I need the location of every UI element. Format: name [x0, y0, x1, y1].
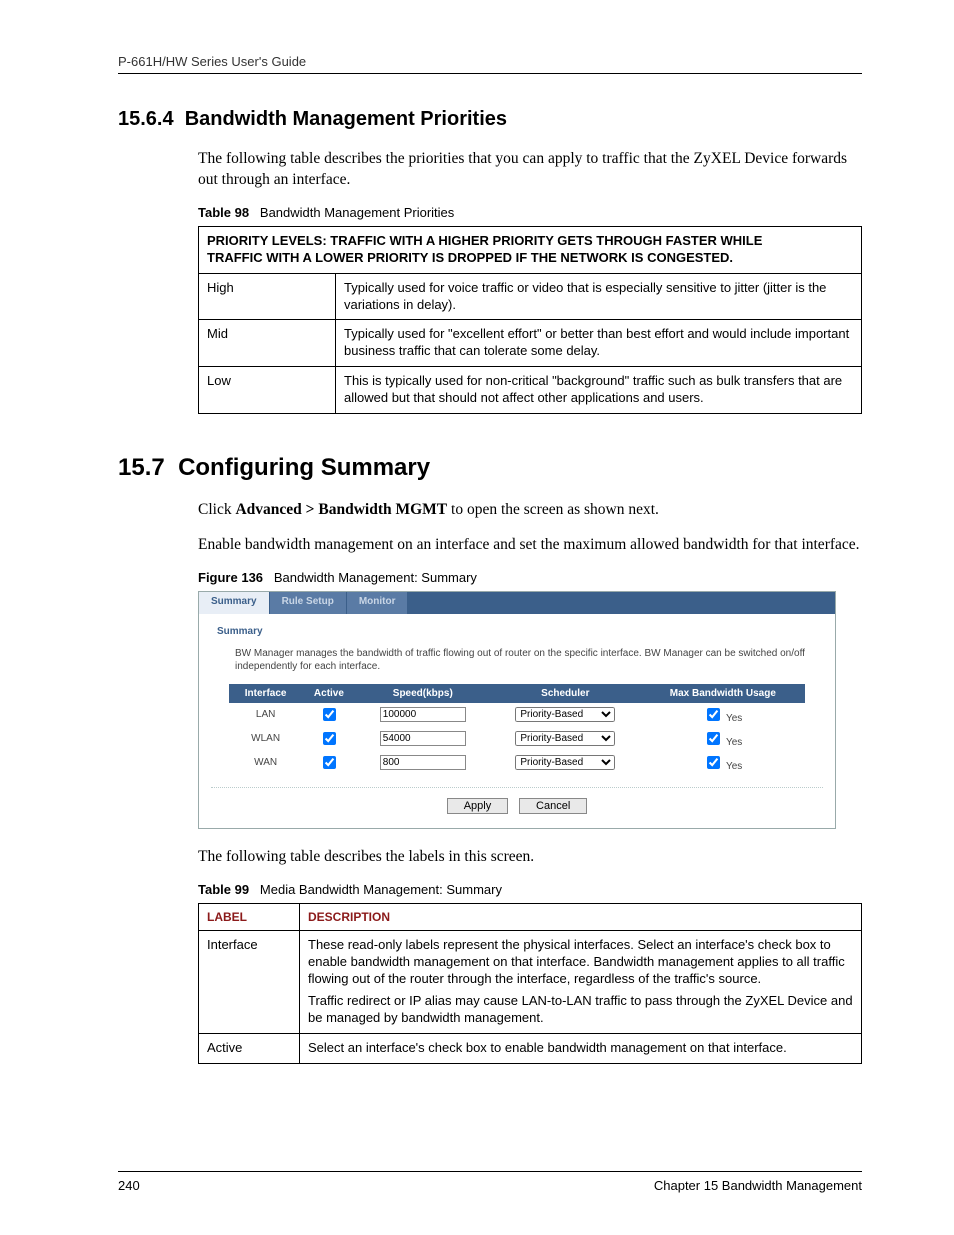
section-num: 15.7: [118, 454, 165, 481]
summary-table: Interface Active Speed(kbps) Scheduler M…: [229, 684, 804, 775]
mbu-label: Yes: [726, 713, 742, 724]
mbu-checkbox-lan[interactable]: [707, 708, 720, 721]
button-row: Apply Cancel: [211, 787, 823, 814]
table-row: Active Select an interface's check box t…: [199, 1034, 862, 1064]
page-number: 240: [118, 1178, 140, 1193]
col-speed: Speed(kbps): [356, 684, 489, 702]
tab-monitor[interactable]: Monitor: [347, 592, 409, 614]
table-98-caption-text: Bandwidth Management Priorities: [260, 205, 454, 220]
iface-label: LAN: [230, 702, 302, 727]
mbu-label: Yes: [726, 761, 742, 772]
col-scheduler: Scheduler: [489, 684, 641, 702]
table-row: WAN Priority-Based Yes: [230, 751, 804, 775]
txt: Click: [198, 501, 235, 518]
mbu-checkbox-wlan[interactable]: [707, 732, 720, 745]
panel-description: BW Manager manages the bandwidth of traf…: [235, 647, 823, 674]
speed-input-wan[interactable]: [380, 755, 466, 770]
table-row: High Typically used for voice traffic or…: [199, 273, 862, 320]
table-98-header-l1: PRIORITY LEVELS: TRAFFIC WITH A HIGHER P…: [207, 233, 762, 248]
summary-panel: Summary BW Manager manages the bandwidth…: [199, 614, 835, 828]
cancel-button[interactable]: Cancel: [519, 798, 587, 814]
section-15-7-line1: Click Advanced > Bandwidth MGMT to open …: [198, 500, 862, 521]
active-checkbox-wan[interactable]: [323, 756, 336, 769]
desc-p1: These read-only labels represent the phy…: [308, 937, 853, 988]
mbu-checkbox-wan[interactable]: [707, 756, 720, 769]
running-header: P-661H/HW Series User's Guide: [118, 54, 862, 69]
prio-desc: This is typically used for non-critical …: [336, 367, 862, 414]
table-98-caption: Table 98 Bandwidth Management Priorities: [198, 205, 862, 220]
col-active: Active: [301, 684, 356, 702]
prio-desc: Typically used for voice traffic or vide…: [336, 273, 862, 320]
table-98: PRIORITY LEVELS: TRAFFIC WITH A HIGHER P…: [198, 226, 862, 414]
speed-input-wlan[interactable]: [380, 731, 466, 746]
table-row: LAN Priority-Based Yes: [230, 702, 804, 727]
footer-rule: [118, 1171, 862, 1172]
panel-title: Summary: [217, 626, 823, 637]
col-label: LABEL: [199, 903, 300, 930]
label-cell: Interface: [199, 930, 300, 1033]
figure-136-screenshot: Summary Rule Setup Monitor Summary BW Ma…: [198, 591, 836, 829]
scheduler-select-lan[interactable]: Priority-Based: [515, 707, 615, 722]
table-99-caption: Table 99 Media Bandwidth Management: Sum…: [198, 882, 862, 897]
table-row: WLAN Priority-Based Yes: [230, 727, 804, 751]
page-footer: 240 Chapter 15 Bandwidth Management: [118, 1171, 862, 1193]
mbu-label: Yes: [726, 737, 742, 748]
table-row: Interface These read-only labels represe…: [199, 930, 862, 1033]
col-description: DESCRIPTION: [300, 903, 862, 930]
figure-136-caption-text: Bandwidth Management: Summary: [274, 570, 477, 585]
label-cell: Active: [199, 1034, 300, 1064]
tab-strip: Summary Rule Setup Monitor: [199, 592, 835, 614]
table-98-caption-bold: Table 98: [198, 205, 249, 220]
section-15-7-heading: 15.7 Configuring Summary: [118, 454, 862, 482]
txt: to open the screen as shown next.: [447, 501, 659, 518]
figure-136-caption: Figure 136 Bandwidth Management: Summary: [198, 570, 862, 585]
figure-136-caption-bold: Figure 136: [198, 570, 263, 585]
tab-rule-setup[interactable]: Rule Setup: [270, 592, 347, 614]
prio-label: High: [199, 273, 336, 320]
table-99: LABEL DESCRIPTION Interface These read-o…: [198, 903, 862, 1064]
tab-summary[interactable]: Summary: [199, 592, 270, 614]
prio-desc: Typically used for "excellent effort" or…: [336, 320, 862, 367]
section-15-7-line2: Enable bandwidth management on an interf…: [198, 535, 862, 556]
iface-label: WAN: [230, 751, 302, 775]
prio-label: Low: [199, 367, 336, 414]
page: P-661H/HW Series User's Guide 15.6.4 Ban…: [0, 0, 954, 1235]
speed-input-lan[interactable]: [380, 707, 466, 722]
table-98-header-l2: TRAFFIC WITH A LOWER PRIORITY IS DROPPED…: [207, 250, 733, 265]
header-rule: [118, 73, 862, 74]
table-row: Mid Typically used for "excellent effort…: [199, 320, 862, 367]
chapter-label: Chapter 15 Bandwidth Management: [654, 1178, 862, 1193]
scheduler-select-wlan[interactable]: Priority-Based: [515, 731, 615, 746]
active-checkbox-lan[interactable]: [323, 708, 336, 721]
table-99-caption-text: Media Bandwidth Management: Summary: [260, 882, 502, 897]
section-num: 15.6.4: [118, 108, 174, 130]
breadcrumb-bold: Advanced > Bandwidth MGMT: [235, 501, 447, 518]
apply-button[interactable]: Apply: [447, 798, 509, 814]
iface-label: WLAN: [230, 727, 302, 751]
col-interface: Interface: [230, 684, 302, 702]
desc-cell: These read-only labels represent the phy…: [300, 930, 862, 1033]
after-figure-text: The following table describes the labels…: [198, 847, 862, 868]
table-98-header: PRIORITY LEVELS: TRAFFIC WITH A HIGHER P…: [199, 226, 862, 273]
desc-cell: Select an interface's check box to enabl…: [300, 1034, 862, 1064]
table-99-caption-bold: Table 99: [198, 882, 249, 897]
table-row: Low This is typically used for non-criti…: [199, 367, 862, 414]
section-15-6-4-intro: The following table describes the priori…: [198, 149, 862, 191]
prio-label: Mid: [199, 320, 336, 367]
section-15-6-4-heading: 15.6.4 Bandwidth Management Priorities: [118, 108, 862, 131]
active-checkbox-wlan[interactable]: [323, 732, 336, 745]
section-title: Configuring Summary: [178, 454, 430, 481]
desc-p2: Traffic redirect or IP alias may cause L…: [308, 993, 853, 1027]
col-max-bw: Max Bandwidth Usage: [642, 684, 805, 702]
section-title: Bandwidth Management Priorities: [185, 108, 507, 130]
scheduler-select-wan[interactable]: Priority-Based: [515, 755, 615, 770]
